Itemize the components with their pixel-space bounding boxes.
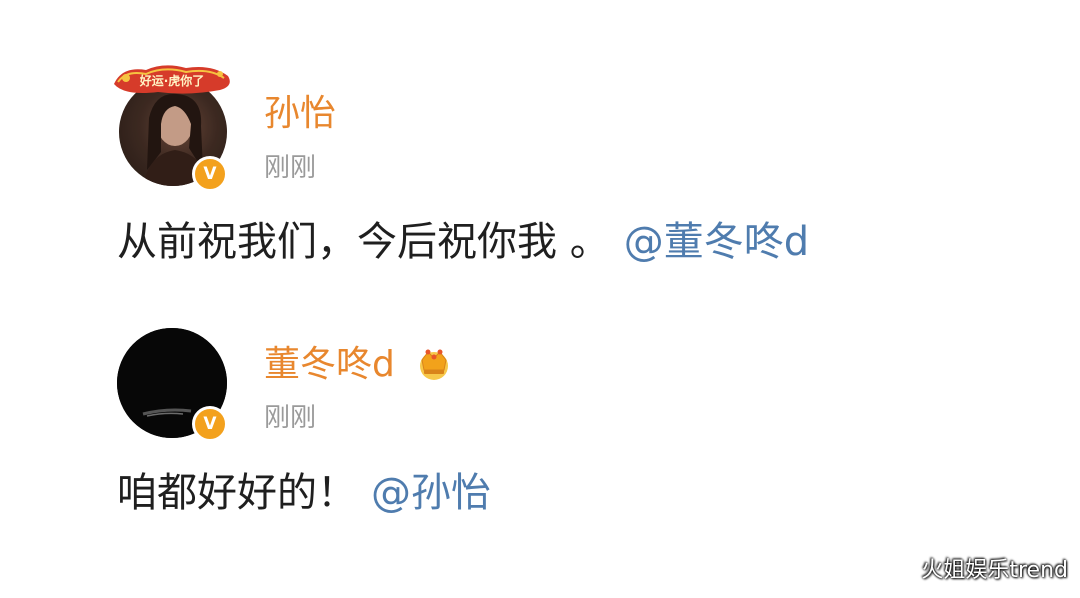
- post-content: 从前祝我们，今后祝你我 。 @董冬咚d: [117, 222, 809, 262]
- avatar-frame-decoration: 好运·虎你了: [114, 65, 230, 94]
- post-timestamp: 刚刚: [264, 153, 317, 183]
- post-timestamp: 刚刚: [264, 403, 317, 433]
- post-content: 咱都好好的！ @孙怡: [117, 473, 491, 513]
- post-text: 咱都好好的！: [117, 470, 357, 516]
- mention-link[interactable]: @孙怡: [371, 470, 491, 516]
- username[interactable]: 孙怡: [264, 96, 336, 132]
- avatar-frame-text: 好运·虎你了: [139, 73, 205, 88]
- mention-link[interactable]: @董冬咚d: [624, 219, 809, 265]
- post-text: 从前祝我们，今后祝你我 。: [117, 219, 610, 265]
- username-text: 董冬咚d: [264, 344, 395, 385]
- watermark: 火姐娱乐trend: [921, 558, 1068, 583]
- verified-badge-icon: V: [192, 406, 228, 442]
- username[interactable]: 董冬咚d: [264, 346, 452, 383]
- verified-badge-icon: V: [192, 156, 228, 192]
- crown-icon: [420, 349, 449, 380]
- weibo-post-1: 好运·虎你了 V 孙怡 刚刚 从前祝我们，今后祝你我 。 @董冬咚d: [0, 0, 1080, 310]
